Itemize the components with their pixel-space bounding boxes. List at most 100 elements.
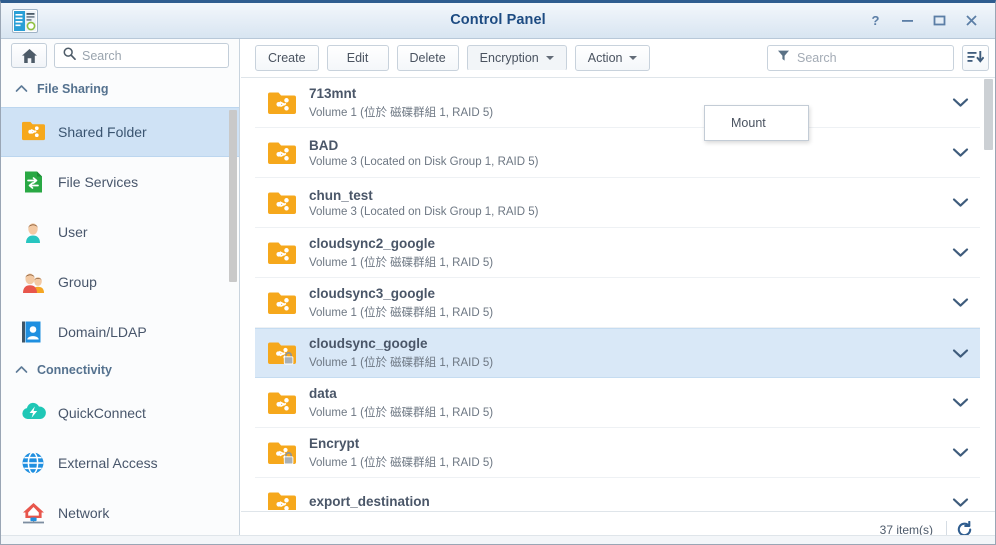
search-icon (63, 47, 76, 65)
sidebar-item-external-access[interactable]: External Access (1, 438, 239, 488)
sidebar-section-header-file-sharing[interactable]: File Sharing (1, 76, 239, 102)
help-button[interactable]: ? (859, 3, 891, 37)
table-row[interactable]: data Volume 1 (位於 磁碟群組 1, RAID 5) (255, 378, 980, 428)
sidebar-search-placeholder: Search (82, 49, 122, 63)
shared-folder-location: Volume 1 (位於 磁碟群組 1, RAID 5) (309, 354, 940, 370)
sidebar-item-label: File Services (58, 174, 138, 190)
chevron-down-icon[interactable] (940, 147, 980, 158)
sidebar-item-label: Domain/LDAP (58, 324, 147, 340)
menu-item-label: Mount (731, 116, 766, 130)
shared-folder-location: Volume 1 (位於 磁碟群組 1, RAID 5) (309, 304, 940, 320)
encryption-dropdown-menu: Mount (704, 105, 809, 141)
file-services-icon (21, 170, 46, 195)
user-icon (21, 220, 46, 245)
shared-folder-name: Encrypt (309, 436, 940, 451)
create-button-label: Create (268, 51, 306, 65)
sidebar-item-label: Network (58, 505, 109, 521)
sidebar-item-label: External Access (58, 455, 158, 471)
sidebar-item-label: Group (58, 274, 97, 290)
shared-folder-list-body: 713mnt Volume 1 (位於 磁碟群組 1, RAID 5) (255, 78, 980, 510)
sidebar-item-group[interactable]: Group (1, 257, 239, 307)
shared-folder-toolbar: Create Edit Delete Encryption Action (241, 39, 995, 73)
list-scrollbar-thumb[interactable] (984, 79, 993, 150)
shared-folder-icon (265, 88, 299, 118)
sort-button[interactable] (962, 45, 989, 71)
sidebar-section-header-connectivity[interactable]: Connectivity (1, 357, 239, 383)
chevron-down-icon[interactable] (940, 348, 980, 359)
encryption-menu-button[interactable]: Encryption (467, 45, 567, 71)
chevron-down-icon[interactable] (940, 247, 980, 258)
svg-text:?: ? (871, 14, 879, 27)
maximize-button[interactable] (923, 3, 955, 37)
network-icon (21, 501, 46, 526)
edit-button[interactable]: Edit (327, 45, 389, 71)
main-panel: Create Edit Delete Encryption Action (241, 39, 995, 545)
list-search-input[interactable]: Search (767, 45, 954, 71)
table-row[interactable]: BAD Volume 3 (Located on Disk Group 1, R… (255, 128, 980, 178)
domain-ldap-icon (21, 320, 46, 345)
sidebar-item-network[interactable]: Network (1, 488, 239, 538)
table-row-selected[interactable]: cloudsync_google Volume 1 (位於 磁碟群組 1, RA… (255, 328, 980, 378)
encryption-button-label: Encryption (480, 51, 539, 65)
menu-item-mount[interactable]: Mount (705, 110, 808, 136)
action-button-label: Action (588, 51, 623, 65)
shared-folder-location: Volume 1 (位於 磁碟群組 1, RAID 5) (309, 454, 940, 470)
external-access-icon (21, 451, 46, 476)
table-row[interactable]: export_destination (255, 478, 980, 510)
shared-folder-name: cloudsync2_google (309, 236, 940, 251)
create-button[interactable]: Create (255, 45, 319, 71)
sidebar-item-quickconnect[interactable]: QuickConnect (1, 388, 239, 438)
chevron-down-icon[interactable] (940, 297, 980, 308)
table-row[interactable]: 713mnt Volume 1 (位於 磁碟群組 1, RAID 5) (255, 78, 980, 128)
sidebar-toolbar: Search (1, 39, 239, 72)
shared-folder-location: Volume 1 (位於 磁碟群組 1, RAID 5) (309, 254, 940, 270)
shared-folder-name: export_destination (309, 494, 940, 509)
shared-folder-locked-icon (265, 338, 299, 368)
sidebar-section-label: File Sharing (37, 82, 109, 96)
window-bottom-strip (1, 535, 995, 544)
sidebar-item-shared-folder[interactable]: Shared Folder (1, 107, 239, 157)
sidebar-item-domain-ldap[interactable]: Domain/LDAP (1, 307, 239, 357)
group-icon (21, 270, 46, 295)
sidebar-section-file-sharing: File Sharing (1, 76, 239, 357)
table-row[interactable]: chun_test Volume 3 (Located on Disk Grou… (255, 178, 980, 228)
chevron-down-icon[interactable] (940, 497, 980, 508)
shared-folder-name: cloudsync_google (309, 336, 940, 351)
shared-folder-name: data (309, 386, 940, 401)
sidebar-item-user[interactable]: User (1, 207, 239, 257)
shared-folder-icon (265, 188, 299, 218)
sidebar-item-file-services[interactable]: File Services (1, 157, 239, 207)
chevron-up-icon (15, 363, 28, 377)
chevron-down-icon[interactable] (940, 97, 980, 108)
shared-folder-name: BAD (309, 138, 940, 153)
chevron-up-icon (15, 82, 28, 96)
shared-folder-locked-icon (265, 438, 299, 468)
sidebar-search-input[interactable]: Search (54, 43, 229, 68)
sidebar-section-label: Connectivity (37, 363, 112, 377)
chevron-down-icon[interactable] (940, 397, 980, 408)
shared-folder-location: Volume 3 (Located on Disk Group 1, RAID … (309, 206, 940, 218)
delete-button[interactable]: Delete (397, 45, 459, 71)
chevron-down-icon (546, 56, 554, 60)
chevron-down-icon[interactable] (940, 197, 980, 208)
sidebar-section-connectivity: Connectivity QuickConnect (1, 357, 239, 538)
chevron-down-icon[interactable] (940, 447, 980, 458)
shared-folder-icon (265, 488, 299, 511)
home-button[interactable] (11, 43, 47, 68)
filter-icon (777, 49, 790, 67)
table-row[interactable]: cloudsync3_google Volume 1 (位於 磁碟群組 1, R… (255, 278, 980, 328)
table-row[interactable]: Encrypt Volume 1 (位於 磁碟群組 1, RAID 5) (255, 428, 980, 478)
sidebar: Search File Sharing (1, 39, 240, 545)
action-menu-button[interactable]: Action (575, 45, 651, 71)
sidebar-scrollbar-thumb[interactable] (229, 110, 237, 282)
shared-folder-name: cloudsync3_google (309, 286, 940, 301)
sidebar-item-label: User (58, 224, 88, 240)
shared-folder-icon (265, 388, 299, 418)
shared-folder-icon (265, 288, 299, 318)
list-search-placeholder: Search (797, 51, 837, 65)
control-panel-window: Control Panel ? (0, 0, 996, 545)
table-row[interactable]: cloudsync2_google Volume 1 (位於 磁碟群組 1, R… (255, 228, 980, 278)
close-button[interactable] (955, 3, 987, 37)
chevron-down-icon (629, 56, 637, 60)
minimize-button[interactable] (891, 3, 923, 37)
